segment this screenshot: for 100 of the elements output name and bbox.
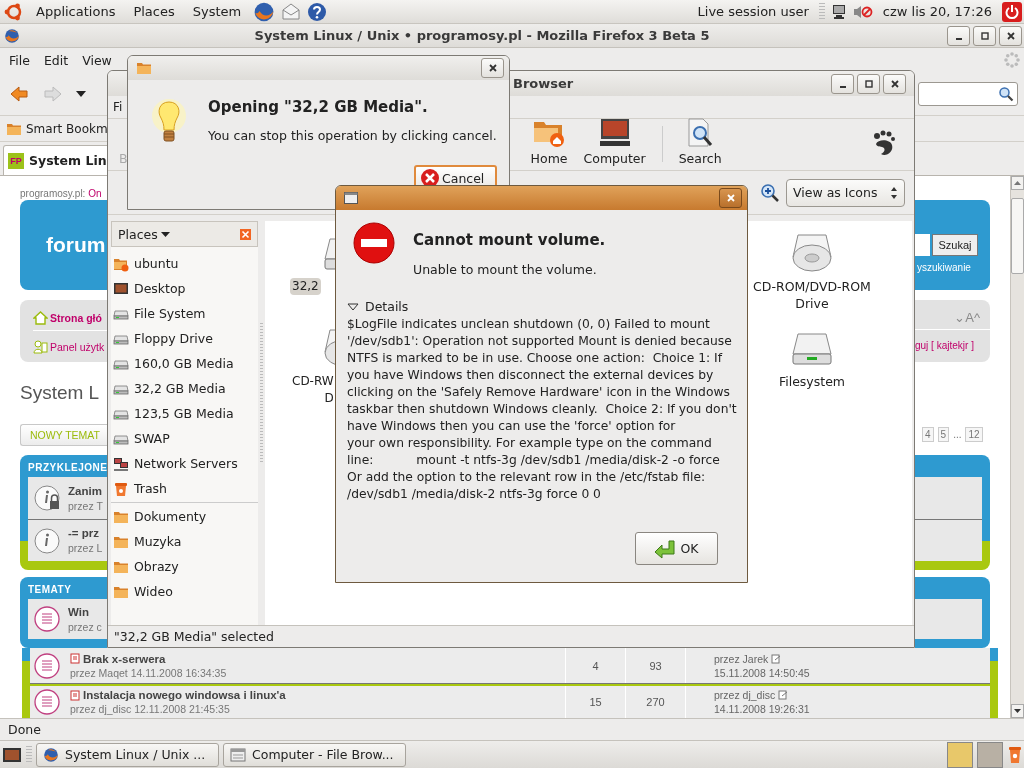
file-icon-item[interactable]: Filesystem [747,326,877,421]
page-link[interactable]: 12 [965,426,983,442]
topic-author: przez Maqet 14.11.2008 16:34:35 [70,666,228,679]
search-field[interactable] [918,81,1018,106]
menu-item[interactable]: View [75,52,119,68]
home-button[interactable]: Home [522,118,576,166]
down-arrow-icon [1014,709,1021,713]
sidebar-item[interactable]: Obrazy [111,554,258,579]
details-expander[interactable]: Details [347,299,409,314]
menu-item[interactable]: Fi [113,100,123,114]
close-button[interactable] [999,25,1022,46]
panel-menu[interactable]: Applications [30,4,122,19]
ubuntu-logo-icon[interactable] [4,1,24,22]
sidebar-item[interactable]: Wideo [111,579,258,604]
foot-icon[interactable] [872,130,896,158]
panel-menu[interactable]: Places [127,4,181,19]
sidebar-item[interactable]: Trash [111,476,258,501]
search-input[interactable] [915,234,930,256]
sidebar-item[interactable]: 123,5 GB Media [111,401,258,426]
sidebar-item[interactable]: Muzyka [111,529,258,554]
topic-title[interactable]: Instalacja nowego windowsa i linux'a [70,689,565,701]
sidebar-item[interactable]: Network Servers [111,451,258,476]
last-post-author: przez dj_disc [714,689,776,701]
scroll-up-button[interactable] [1011,176,1024,190]
sidebar-item[interactable]: Floppy Drive [111,326,258,351]
last-post-author: przez Jarek [714,652,769,665]
ok-button[interactable]: OK [635,532,718,565]
sidebar-item[interactable]: SWAP [111,426,258,451]
sidebar-item[interactable]: Desktop [111,276,258,301]
close-icon[interactable] [240,228,251,240]
view-count: 270 [625,686,685,718]
post-icon [70,689,80,701]
topic-title[interactable]: Win [68,605,102,618]
user-icon [33,340,48,354]
topic-title[interactable]: Zanim [68,484,103,497]
search-button[interactable]: Szukaj [932,234,978,256]
power-icon [1004,3,1020,20]
page-link[interactable]: 5 [937,426,950,442]
scroll-thumb[interactable] [1011,198,1024,274]
firefox-icon[interactable] [253,0,276,23]
search-button[interactable]: Search [670,118,730,166]
bookmark-item[interactable]: Smart Bookm [26,121,108,136]
sidebar-item[interactable]: File System [111,301,258,326]
dropdown-icon[interactable] [76,90,86,97]
file-icon-item[interactable]: CD-ROM/DVD-ROM Drive [747,231,877,326]
error-details: $LogFile indicates unclean shutdown (0, 0) Failed to mount '/dev/sdb1': Operation not supported Mount is denied because NTFS is marked to be in use. Choose one action: Choice 1: If you have Windows then disconnect the external devices by clicking on the 'Safely Remove Hardware' icon in the Windows taskbar then shutdown Windows cleanly. Choice 2: If you don't have Windows then you can use the 'force' option for your own responsibility. For example type on the command line: mount -t ntfs-3g /dev/sdb1 /media/disk-2 -o force Or add the option to the relevant row in the /etc/fstab file: /dev/sdb1 /media/disk-2 ntfs-3g force 0 0 [347,316,738,503]
last-post-date: 15.11.2008 14:50:45 [714,666,811,679]
throbber-icon [1003,51,1021,69]
window-title: Browser [513,76,575,91]
menu-item[interactable]: File [2,52,37,68]
zoom-in-icon[interactable] [760,182,780,203]
down-triangle-icon [347,302,359,311]
taskbar-button[interactable]: System Linux / Unix ... [36,742,219,767]
maximize-button[interactable] [857,73,880,94]
minimize-button[interactable] [947,25,970,46]
computer-icon [597,118,632,148]
nav-link[interactable]: Panel użytk [33,335,107,359]
trash-icon[interactable] [1007,744,1023,765]
pagination-ellipsis: ... [953,428,962,440]
help-icon[interactable] [307,1,328,22]
close-button[interactable] [719,188,742,208]
network-icon[interactable] [830,3,847,20]
dialog-heading: Opening "32,2 GB Media". [208,98,429,116]
panel-menu[interactable]: System [186,4,248,19]
minimize-icon [839,85,846,88]
topic-title[interactable]: Brak x-serwera [70,652,565,665]
section-header: PRZYKLEJONE [28,461,107,475]
minimize-icon [955,37,962,40]
computer-button[interactable]: Computer [575,118,654,166]
muted-speaker-icon[interactable] [852,3,873,20]
user-name: Live session user [696,4,810,19]
firefox-icon [4,27,20,44]
view-post-icon[interactable] [778,690,789,700]
close-button[interactable] [481,58,504,78]
site-text: programosy.pl: On [20,188,103,200]
close-button[interactable] [883,73,906,94]
back-arrow-icon[interactable] [8,83,30,104]
page-link[interactable]: 4 [922,426,934,442]
scroll-down-button[interactable] [1011,704,1024,718]
taskbar-button[interactable]: Computer - File Brow... [223,742,406,767]
maximize-button[interactable] [973,25,996,46]
sidebar-item[interactable]: 32,2 GB Media [111,376,258,401]
show-desktop-icon[interactable] [2,745,22,764]
login-link[interactable]: guj [ kajtekjr ] [915,334,990,358]
search-icon[interactable] [998,85,1014,102]
sidebar-item[interactable]: 160,0 GB Media [111,351,258,376]
workspace[interactable] [947,741,973,768]
topic-title[interactable]: -= prz [68,527,103,539]
clock[interactable]: czw lis 20, 17:26 [878,4,996,19]
mail-icon[interactable] [281,1,302,22]
menu-item[interactable]: Edit [36,52,76,68]
workspace[interactable] [977,741,1003,768]
sidebar-item[interactable]: ubuntu [111,251,258,276]
view-post-icon[interactable] [771,653,782,664]
power-button[interactable] [1002,1,1022,22]
scrollbar[interactable] [1010,176,1024,718]
sidebar-item[interactable]: Dokumenty [111,504,258,529]
window-icon [344,192,358,204]
view-mode-dropdown[interactable]: View as Icons [786,178,905,207]
minimize-button[interactable] [831,73,854,94]
